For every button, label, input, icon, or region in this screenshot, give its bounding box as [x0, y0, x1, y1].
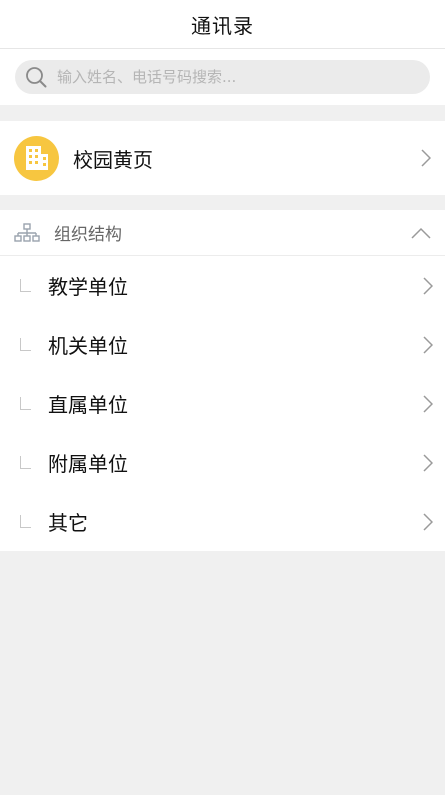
chevron-right-icon: [423, 335, 433, 354]
org-structure-header[interactable]: 组织结构: [0, 210, 445, 256]
top-bar: 通讯录: [0, 0, 445, 49]
list-item-label: 附属单位: [48, 452, 128, 476]
page-title: 通讯录: [191, 13, 254, 38]
chevron-right-icon: [421, 149, 431, 167]
list-item-label: 教学单位: [48, 275, 128, 299]
tree-branch-icon: [20, 515, 31, 528]
list-item-label: 直属单位: [48, 393, 128, 417]
tree-branch-icon: [20, 279, 31, 292]
search-input[interactable]: [55, 67, 420, 87]
tree-branch-icon: [20, 456, 31, 469]
org-unit-list: 教学单位 机关单位 直属单位 附属单位 其它: [0, 256, 445, 551]
search-bar-container: [0, 49, 445, 105]
list-item-others[interactable]: 其它: [0, 492, 445, 551]
yellow-pages-label: 校园黄页: [73, 147, 153, 172]
chevron-right-icon: [423, 453, 433, 472]
list-item-direct-units[interactable]: 直属单位: [0, 374, 445, 433]
chevron-up-icon[interactable]: [411, 227, 431, 239]
building-icon: [14, 135, 59, 181]
list-item-administrative-units[interactable]: 机关单位: [0, 315, 445, 374]
list-item-affiliated-units[interactable]: 附属单位: [0, 433, 445, 492]
chevron-right-icon: [423, 394, 433, 413]
chevron-right-icon: [423, 512, 433, 531]
search-icon: [26, 67, 47, 88]
list-item-label: 机关单位: [48, 334, 128, 358]
list-item-label: 其它: [48, 511, 88, 535]
chevron-right-icon: [423, 276, 433, 295]
list-item-teaching-units[interactable]: 教学单位: [0, 256, 445, 315]
tree-branch-icon: [20, 338, 31, 351]
campus-yellow-pages-row[interactable]: 校园黄页: [0, 121, 445, 195]
org-structure-title: 组织结构: [54, 225, 122, 245]
search-box[interactable]: [15, 60, 430, 94]
org-chart-icon: [14, 222, 40, 242]
tree-branch-icon: [20, 397, 31, 410]
